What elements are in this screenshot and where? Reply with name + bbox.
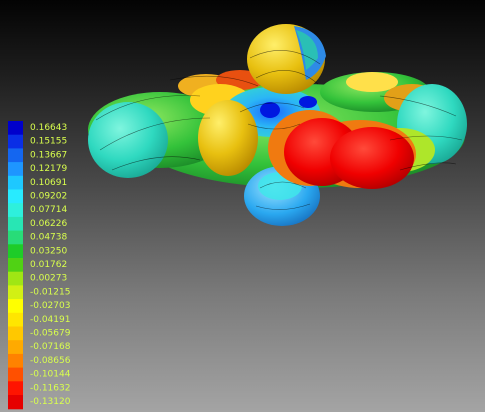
legend-swatch bbox=[8, 299, 23, 314]
legend-swatch bbox=[8, 230, 23, 245]
legend-swatch bbox=[8, 258, 23, 273]
legend-swatch bbox=[8, 175, 23, 191]
legend-swatch bbox=[8, 340, 23, 355]
legend-label: 0.01762 bbox=[30, 260, 67, 270]
legend-label: 0.15155 bbox=[30, 137, 67, 147]
legend-swatch bbox=[8, 203, 23, 218]
legend-label: -0.08656 bbox=[30, 356, 71, 366]
legend-label: 0.16643 bbox=[30, 123, 67, 133]
legend-swatch bbox=[8, 326, 23, 341]
legend-swatch bbox=[8, 189, 23, 204]
legend-label: 0.10691 bbox=[30, 178, 67, 188]
legend-label: 0.07714 bbox=[30, 205, 67, 215]
legend-label: -0.01215 bbox=[30, 287, 70, 297]
legend-swatch bbox=[8, 148, 23, 163]
legend-swatch bbox=[8, 271, 23, 286]
color-scale-legend: 0.16643 0.15155 0.13667 0.12179 0.10691 0.092… bbox=[8, 121, 71, 410]
legend-label: 0.06226 bbox=[30, 219, 67, 229]
legend-label: 0.13667 bbox=[30, 150, 67, 160]
legend-label: 0.12179 bbox=[30, 164, 67, 174]
legend-swatch bbox=[8, 134, 23, 149]
legend-label: -0.11632 bbox=[30, 383, 70, 393]
legend-swatch bbox=[8, 353, 23, 369]
legend-label: 0.09202 bbox=[30, 192, 67, 202]
legend-swatch bbox=[8, 381, 23, 396]
legend-swatch bbox=[8, 312, 23, 328]
legend-label: -0.07168 bbox=[30, 342, 71, 352]
legend-label: -0.10144 bbox=[30, 370, 71, 380]
legend-swatch bbox=[8, 285, 23, 300]
legend-swatch bbox=[8, 367, 23, 382]
legend-label: 0.00273 bbox=[30, 274, 67, 284]
legend-swatch bbox=[8, 216, 23, 232]
legend-label: -0.05679 bbox=[30, 329, 71, 339]
legend-label: 0.04738 bbox=[30, 233, 67, 243]
legend-label: -0.13120 bbox=[30, 397, 71, 407]
legend-label: -0.02703 bbox=[30, 301, 70, 311]
legend-swatch bbox=[8, 121, 23, 136]
3d-viewport[interactable]: 0.16643 0.15155 0.13667 0.12179 0.10691 0.092… bbox=[0, 0, 485, 412]
legend-label: 0.03250 bbox=[30, 246, 67, 256]
legend-swatch bbox=[8, 244, 23, 259]
legend-swatch bbox=[8, 162, 23, 177]
legend-swatch bbox=[8, 395, 23, 410]
legend-label: -0.04191 bbox=[30, 315, 70, 325]
